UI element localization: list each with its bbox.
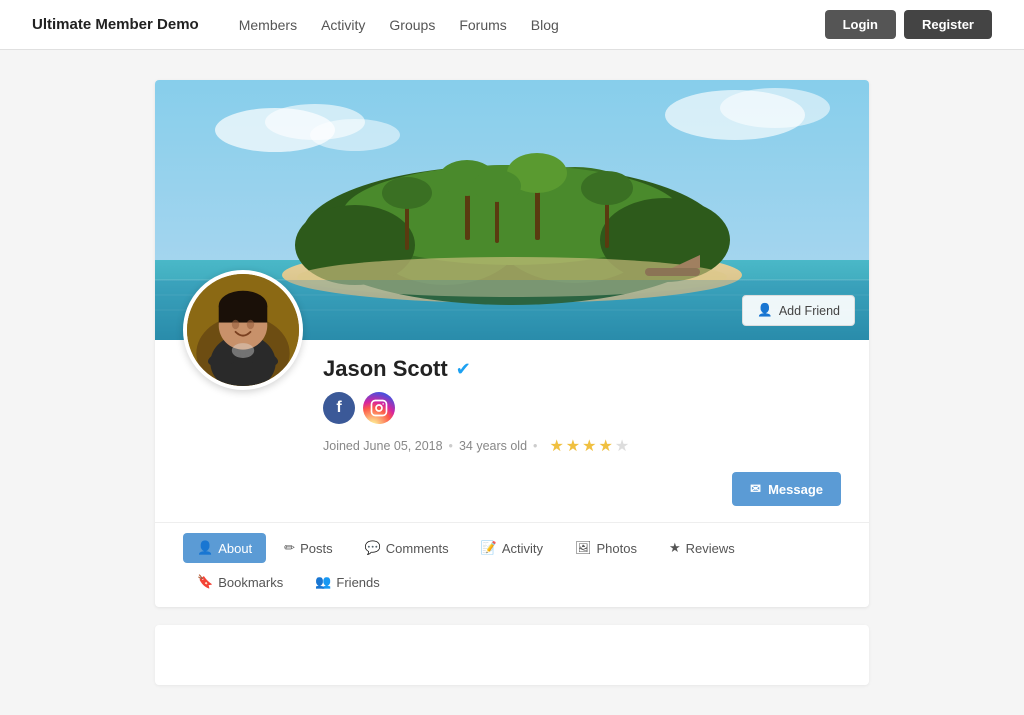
tab-posts-label: Posts <box>300 541 333 556</box>
edit-icon: 📝 <box>481 540 497 556</box>
tab-reviews[interactable]: ★ Reviews <box>655 533 749 563</box>
register-button[interactable]: Register <box>904 10 992 39</box>
profile-age: 34 years old <box>459 439 527 453</box>
verified-icon: ✔ <box>456 359 471 380</box>
nav-members[interactable]: Members <box>239 17 297 33</box>
tab-comments[interactable]: 💬 Comments <box>351 533 463 563</box>
header: Ultimate Member Demo Members Activity Gr… <box>0 0 1024 50</box>
profile-lower: Jason Scott ✔ f Joined June 05, 2018 <box>155 340 869 522</box>
meta-dot-2: • <box>533 439 537 453</box>
person-tab-icon: 👤 <box>197 540 213 556</box>
add-friend-label: Add Friend <box>779 304 840 318</box>
main-content: 👤 Add Friend <box>0 50 1024 715</box>
profile-meta: Joined June 05, 2018 • 34 years old • ★ … <box>323 436 841 456</box>
joined-date: Joined June 05, 2018 <box>323 439 443 453</box>
profile-name-row: Jason Scott ✔ <box>323 356 841 382</box>
message-row: ✉ Message <box>183 472 841 522</box>
message-button[interactable]: ✉ Message <box>732 472 841 506</box>
site-logo: Ultimate Member Demo <box>32 16 199 33</box>
avatar <box>183 270 303 390</box>
tab-activity[interactable]: 📝 Activity <box>467 533 557 563</box>
header-actions: Login Register <box>825 10 992 39</box>
tab-bookmarks-label: Bookmarks <box>218 575 283 590</box>
star-2: ★ <box>566 436 580 456</box>
star-1: ★ <box>549 436 563 456</box>
pencil-icon: ✏ <box>284 540 295 556</box>
nav-forums[interactable]: Forums <box>459 17 506 33</box>
tab-comments-label: Comments <box>386 541 449 556</box>
tab-photos[interactable]: 🖼 Photos <box>561 533 651 563</box>
bookmark-icon: 🔖 <box>197 574 213 590</box>
tab-photos-label: Photos <box>597 541 637 556</box>
tab-reviews-label: Reviews <box>686 541 735 556</box>
star-3: ★ <box>582 436 596 456</box>
profile-name: Jason Scott <box>323 356 448 382</box>
tab-bookmarks[interactable]: 🔖 Bookmarks <box>183 567 297 597</box>
star-5: ★ <box>615 436 629 456</box>
tab-about[interactable]: 👤 About <box>183 533 266 563</box>
envelope-icon: ✉ <box>750 481 761 497</box>
nav-groups[interactable]: Groups <box>389 17 435 33</box>
facebook-link[interactable]: f <box>323 392 355 424</box>
meta-dot-1: • <box>449 439 453 453</box>
message-label: Message <box>768 482 823 497</box>
star-rating: ★ ★ ★ ★ ★ <box>549 436 629 456</box>
tab-posts[interactable]: ✏ Posts <box>270 533 346 563</box>
main-nav: Members Activity Groups Forums Blog <box>239 17 825 33</box>
tab-friends-label: Friends <box>336 575 379 590</box>
tab-about-label: About <box>218 541 252 556</box>
add-friend-button[interactable]: 👤 Add Friend <box>742 295 855 326</box>
instagram-link[interactable] <box>363 392 395 424</box>
person-icon: 👤 <box>757 303 773 318</box>
photo-icon: 🖼 <box>575 540 592 556</box>
nav-blog[interactable]: Blog <box>531 17 559 33</box>
profile-tabs: 👤 About ✏ Posts 💬 Comments 📝 Activity 🖼 … <box>155 522 869 607</box>
social-links: f <box>323 392 841 424</box>
profile-card: 👤 Add Friend <box>155 80 869 607</box>
star-icon: ★ <box>669 540 681 556</box>
login-button[interactable]: Login <box>825 10 896 39</box>
nav-activity[interactable]: Activity <box>321 17 365 33</box>
chat-icon: 💬 <box>365 540 381 556</box>
star-4: ★ <box>598 436 612 456</box>
tab-friends[interactable]: 👥 Friends <box>301 567 394 597</box>
friends-icon: 👥 <box>315 574 331 590</box>
tab-activity-label: Activity <box>502 541 543 556</box>
bottom-section <box>155 625 869 685</box>
